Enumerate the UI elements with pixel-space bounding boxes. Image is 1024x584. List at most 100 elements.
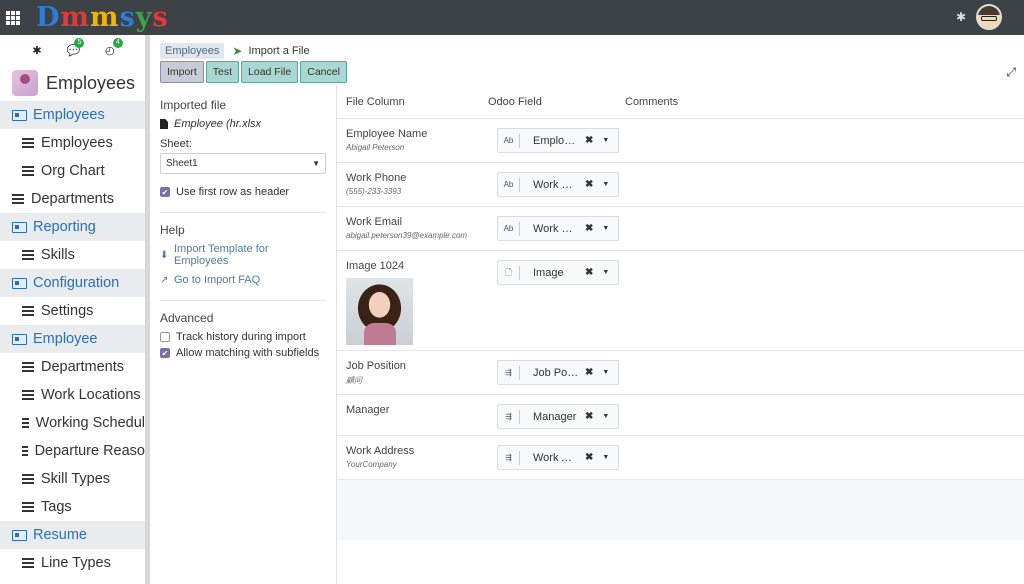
relation-icon: ⇶ bbox=[498, 409, 520, 424]
sidebar-section-configuration[interactable]: Configuration bbox=[0, 269, 145, 297]
allow-matching-subfields-checkbox[interactable]: ✔ Allow matching with subfields bbox=[160, 347, 326, 359]
import-template-link[interactable]: ⬇ Import Template for Employees bbox=[160, 243, 326, 267]
brand-logo[interactable]: Dmmsys bbox=[36, 2, 169, 33]
mapping-row-work-email: Work Email abigail.peterson39@example.com… bbox=[337, 207, 1024, 251]
clear-icon[interactable]: ✖ bbox=[585, 135, 593, 146]
sidebar-item-settings[interactable]: Settings bbox=[0, 297, 145, 325]
clear-icon[interactable]: ✖ bbox=[585, 223, 593, 234]
sidebar-section-resume[interactable]: Resume bbox=[0, 521, 145, 549]
activity-badge: 4 bbox=[112, 37, 123, 48]
odoo-field-header: Odoo Field bbox=[488, 95, 542, 108]
clear-icon[interactable]: ✖ bbox=[585, 452, 593, 463]
load-file-button[interactable]: Load File bbox=[241, 61, 299, 83]
sidebar-section-employee[interactable]: Employee bbox=[0, 325, 145, 353]
advanced-title: Advanced bbox=[160, 311, 214, 325]
caret-down-icon[interactable]: ▼ bbox=[602, 269, 609, 276]
bug-icon[interactable]: ✱ bbox=[32, 44, 41, 57]
chat-icon[interactable]: 💬 5 bbox=[66, 37, 85, 57]
clear-icon[interactable]: ✖ bbox=[585, 411, 593, 422]
caret-down-icon[interactable]: ▼ bbox=[602, 181, 609, 188]
sidebar-item-line-types[interactable]: Line Types bbox=[0, 549, 145, 577]
clock-icon[interactable]: ◴ 4 bbox=[105, 37, 123, 57]
odoo-field-select[interactable]: 🗋 Image ✖ ▼ bbox=[497, 260, 619, 285]
app-title[interactable]: Employees bbox=[0, 65, 145, 101]
id-card-icon bbox=[12, 277, 27, 289]
text-field-icon: Ab bbox=[498, 177, 520, 192]
import-faq-link[interactable]: ↗ Go to Import FAQ bbox=[160, 274, 326, 286]
checkbox-checked-icon[interactable]: ✔ bbox=[160, 348, 170, 358]
employees-app-icon bbox=[12, 70, 38, 96]
column-mapping-table: File Column Odoo Field Comments Employee… bbox=[337, 85, 1024, 584]
relation-icon: ⇶ bbox=[498, 450, 520, 465]
odoo-field-select[interactable]: ⇶ Manager ✖ ▼ bbox=[497, 404, 619, 429]
odoo-field-select[interactable]: AbWork Email✖▼ bbox=[497, 216, 619, 241]
chevron-down-icon: ▼ bbox=[312, 159, 320, 168]
help-title: Help bbox=[160, 223, 185, 237]
sidebar-item-tags[interactable]: Tags bbox=[0, 493, 145, 521]
sidebar-section-employees[interactable]: Employees bbox=[0, 101, 145, 129]
clear-icon[interactable]: ✖ bbox=[585, 367, 593, 378]
sidebar: ✱ 💬 5 ◴ 4 Employees Employees Employees Or… bbox=[0, 35, 145, 584]
odoo-field-select[interactable]: AbWork Phone✖▼ bbox=[497, 172, 619, 197]
debug-bug-icon[interactable]: ✱ bbox=[956, 10, 966, 24]
id-card-icon bbox=[12, 109, 27, 121]
file-column-header: File Column bbox=[346, 95, 405, 108]
file-icon: 🗋 bbox=[498, 265, 520, 280]
sidebar-item-departure-reasons[interactable]: Departure Reaso bbox=[0, 437, 145, 465]
caret-down-icon[interactable]: ▼ bbox=[602, 413, 609, 420]
checkbox-checked-icon[interactable]: ✔ bbox=[160, 187, 170, 197]
divider bbox=[160, 212, 326, 213]
mapping-row-manager: Manager ⇶ Manager ✖ ▼ bbox=[337, 395, 1024, 436]
odoo-field-select[interactable]: AbEmployee Name✖▼ bbox=[497, 128, 619, 153]
list-icon bbox=[22, 388, 34, 402]
breadcrumb-employees-link[interactable]: Employees bbox=[160, 43, 225, 59]
odoo-field-select[interactable]: ⇶Work Address✖▼ bbox=[497, 445, 619, 470]
sidebar-item-skills[interactable]: Skills bbox=[0, 241, 145, 269]
clear-icon[interactable]: ✖ bbox=[585, 267, 593, 278]
sidebar-item-working-schedules[interactable]: Working Schedul bbox=[0, 409, 145, 437]
sidebar-item-work-locations[interactable]: Work Locations bbox=[0, 381, 145, 409]
sheet-label: Sheet: bbox=[160, 138, 192, 150]
sidebar-item-employees[interactable]: Employees bbox=[0, 129, 145, 157]
caret-down-icon[interactable]: ▼ bbox=[602, 454, 609, 461]
apps-grid-icon[interactable] bbox=[6, 10, 20, 25]
caret-down-icon[interactable]: ▼ bbox=[602, 137, 609, 144]
import-button[interactable]: Import bbox=[160, 61, 204, 83]
mapping-header: File Column Odoo Field Comments bbox=[337, 85, 1024, 119]
cancel-button[interactable]: Cancel bbox=[300, 61, 347, 83]
main-content: Employees ➤ Import a File Import Test Lo… bbox=[150, 35, 1024, 584]
test-button[interactable]: Test bbox=[205, 61, 240, 83]
sheet-select[interactable]: Sheet1 ▼ bbox=[160, 153, 326, 174]
list-icon bbox=[22, 444, 28, 458]
imported-file-name: Employee (hr.xlsx bbox=[160, 118, 326, 130]
mapping-row-employee-name: Employee Name Abigail Peterson Ab Employee… bbox=[337, 119, 1024, 163]
comments-header: Comments bbox=[625, 95, 679, 108]
mapping-row-image: Image 1024 🗋 Image ✖ ▼ bbox=[337, 251, 1024, 351]
user-avatar[interactable] bbox=[976, 4, 1002, 30]
clear-icon[interactable]: ✖ bbox=[585, 179, 593, 190]
caret-down-icon[interactable]: ▼ bbox=[602, 225, 609, 232]
use-first-row-header-checkbox[interactable]: ✔ Use first row as header bbox=[160, 186, 326, 198]
caret-down-icon[interactable]: ▼ bbox=[602, 369, 609, 376]
download-icon: ⬇ bbox=[160, 249, 169, 261]
id-card-icon bbox=[12, 333, 27, 345]
odoo-field-select[interactable]: ⇶Job Position✖▼ bbox=[497, 360, 619, 385]
sidebar-item-skill-types[interactable]: Skill Types bbox=[0, 465, 145, 493]
breadcrumb: Employees ➤ Import a File bbox=[160, 43, 310, 59]
sidebar-item-departments[interactable]: Departments bbox=[0, 185, 145, 213]
expand-icon[interactable]: ⤢ bbox=[1006, 65, 1016, 80]
list-icon bbox=[22, 556, 34, 570]
list-icon bbox=[22, 416, 29, 430]
sidebar-item-departments-config[interactable]: Departments bbox=[0, 353, 145, 381]
divider bbox=[160, 300, 326, 301]
import-options-panel: Imported file Employee (hr.xlsx Sheet: S… bbox=[150, 85, 337, 584]
checkbox-unchecked-icon[interactable] bbox=[160, 332, 170, 342]
chat-badge: 5 bbox=[74, 37, 85, 48]
track-history-checkbox[interactable]: Track history during import bbox=[160, 331, 326, 343]
list-icon bbox=[22, 500, 34, 514]
list-icon bbox=[22, 360, 34, 374]
sidebar-item-org-chart[interactable]: Org Chart bbox=[0, 157, 145, 185]
top-navbar: Dmmsys ✱ bbox=[0, 0, 1024, 35]
mapping-empty-area bbox=[337, 480, 1024, 540]
sidebar-section-reporting[interactable]: Reporting bbox=[0, 213, 145, 241]
